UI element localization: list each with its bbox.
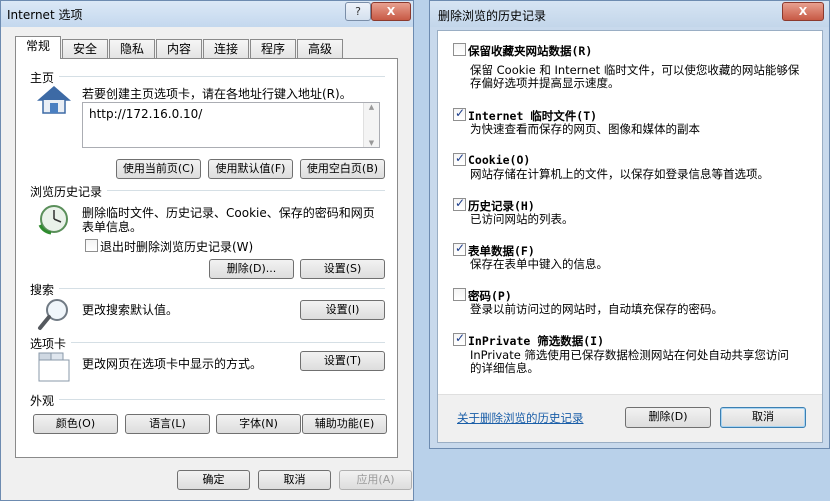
scroll-down-icon[interactable]: ▼	[364, 139, 379, 147]
appearance-section-title: 外观	[30, 394, 55, 408]
tabs-description: 更改网页在选项卡中显示的方式。	[82, 357, 263, 371]
section-divider	[59, 399, 385, 400]
fonts-button[interactable]: 字体(N)	[216, 414, 301, 434]
delete-on-exit-label[interactable]: 退出时删除浏览历史记录(W)	[100, 238, 253, 255]
languages-button[interactable]: 语言(L)	[125, 414, 210, 434]
search-description: 更改搜索默认值。	[82, 303, 179, 317]
dialog-body	[437, 30, 823, 443]
option-checkbox[interactable]	[453, 151, 466, 166]
delete-history-titlebar[interactable]: 删除浏览的历史记录 X	[430, 1, 829, 27]
tab-security[interactable]: 安全	[62, 39, 108, 58]
tab-privacy[interactable]: 隐私	[109, 39, 155, 58]
option-description-line1: 网站存储在计算机上的文件，以保存如登录信息等首选项。	[470, 167, 769, 181]
internet-options-window: Internet 选项 ? X 常规 安全 隐私 内容 连接 程序 高级 主页 …	[0, 0, 414, 501]
scroll-up-icon[interactable]: ▲	[364, 103, 379, 111]
history-description-line2: 表单信息。	[82, 220, 143, 234]
dialog-close-button[interactable]: X	[782, 2, 824, 21]
internet-options-titlebar[interactable]: Internet 选项 ? X	[1, 1, 413, 27]
dialog-cancel-button[interactable]: 取消	[720, 407, 806, 428]
delete-history-window: 删除浏览的历史记录 X 保留收藏夹网站数据(R) 保留 Cookie 和 Int…	[429, 0, 830, 449]
section-divider	[59, 288, 385, 289]
option-description-line1: 已访问网站的列表。	[470, 212, 574, 226]
section-divider	[59, 76, 385, 77]
use-current-button[interactable]: 使用当前页(C)	[116, 159, 201, 179]
dialog-title: 删除浏览的历史记录	[438, 9, 547, 23]
history-icon	[38, 205, 68, 235]
accessibility-button[interactable]: 辅助功能(E)	[302, 414, 387, 434]
dialog-delete-button[interactable]: 删除(D)	[625, 407, 711, 428]
option-checkbox[interactable]	[453, 106, 466, 121]
tab-general[interactable]: 常规	[15, 36, 61, 59]
option-description-line2: 的详细信息。	[470, 361, 539, 375]
history-settings-button[interactable]: 设置(S)	[300, 259, 385, 279]
option-checkbox[interactable]	[453, 331, 466, 346]
tabs-settings-button[interactable]: 设置(T)	[300, 351, 385, 371]
use-blank-button[interactable]: 使用空白页(B)	[300, 159, 385, 179]
homepage-section-title: 主页	[30, 71, 55, 85]
homepage-description: 若要创建主页选项卡，请在各地址行键入地址(R)。	[82, 87, 352, 101]
option-description-line1: 登录以前访问过的网站时，自动填充保存的密码。	[470, 302, 723, 316]
tab-programs[interactable]: 程序	[250, 39, 296, 58]
delete-history-button[interactable]: 删除(D)...	[209, 259, 294, 279]
delete-on-exit-checkbox[interactable]	[85, 239, 98, 252]
apply-button[interactable]: 应用(A)	[339, 470, 412, 490]
section-divider	[107, 190, 385, 191]
colors-button[interactable]: 颜色(O)	[33, 414, 118, 434]
option-description-line2: 存偏好选项并提高显示速度。	[470, 76, 620, 90]
tab-content[interactable]: 内容	[156, 39, 202, 58]
option-description-line1: 保存在表单中键入的信息。	[470, 257, 608, 271]
about-delete-history-link[interactable]: 关于删除浏览的历史记录	[457, 410, 584, 426]
history-section-title: 浏览历史记录	[30, 185, 103, 199]
tab-advanced[interactable]: 高级	[297, 39, 343, 58]
tab-connections[interactable]: 连接	[203, 39, 249, 58]
home-icon	[37, 86, 71, 114]
close-button[interactable]: X	[371, 2, 411, 21]
search-section-title: 搜索	[30, 283, 55, 297]
option-title[interactable]: 保留收藏夹网站数据(R)	[468, 43, 592, 59]
option-checkbox[interactable]	[453, 196, 466, 211]
ok-button[interactable]: 确定	[177, 470, 250, 490]
tabs-section-title: 选项卡	[30, 337, 67, 351]
search-icon	[38, 299, 68, 330]
use-default-button[interactable]: 使用默认值(F)	[208, 159, 293, 179]
search-settings-button[interactable]: 设置(I)	[300, 300, 385, 320]
help-button[interactable]: ?	[345, 2, 371, 21]
option-description-line1: 为快速查看而保存的网页、图像和媒体的副本	[470, 122, 700, 136]
option-title[interactable]: Cookie(O)	[468, 153, 530, 167]
section-divider	[71, 342, 385, 343]
homepage-url-text: http://172.16.0.10/	[89, 107, 203, 121]
url-scrollbar[interactable]: ▲ ▼	[363, 103, 379, 147]
option-checkbox[interactable]	[453, 43, 466, 56]
option-checkbox[interactable]	[453, 288, 466, 301]
option-checkbox[interactable]	[453, 241, 466, 256]
homepage-url-input[interactable]: http://172.16.0.10/ ▲ ▼	[82, 102, 380, 148]
window-title: Internet 选项	[7, 8, 83, 22]
cancel-button[interactable]: 取消	[258, 470, 331, 490]
tabs-icon	[38, 352, 70, 382]
